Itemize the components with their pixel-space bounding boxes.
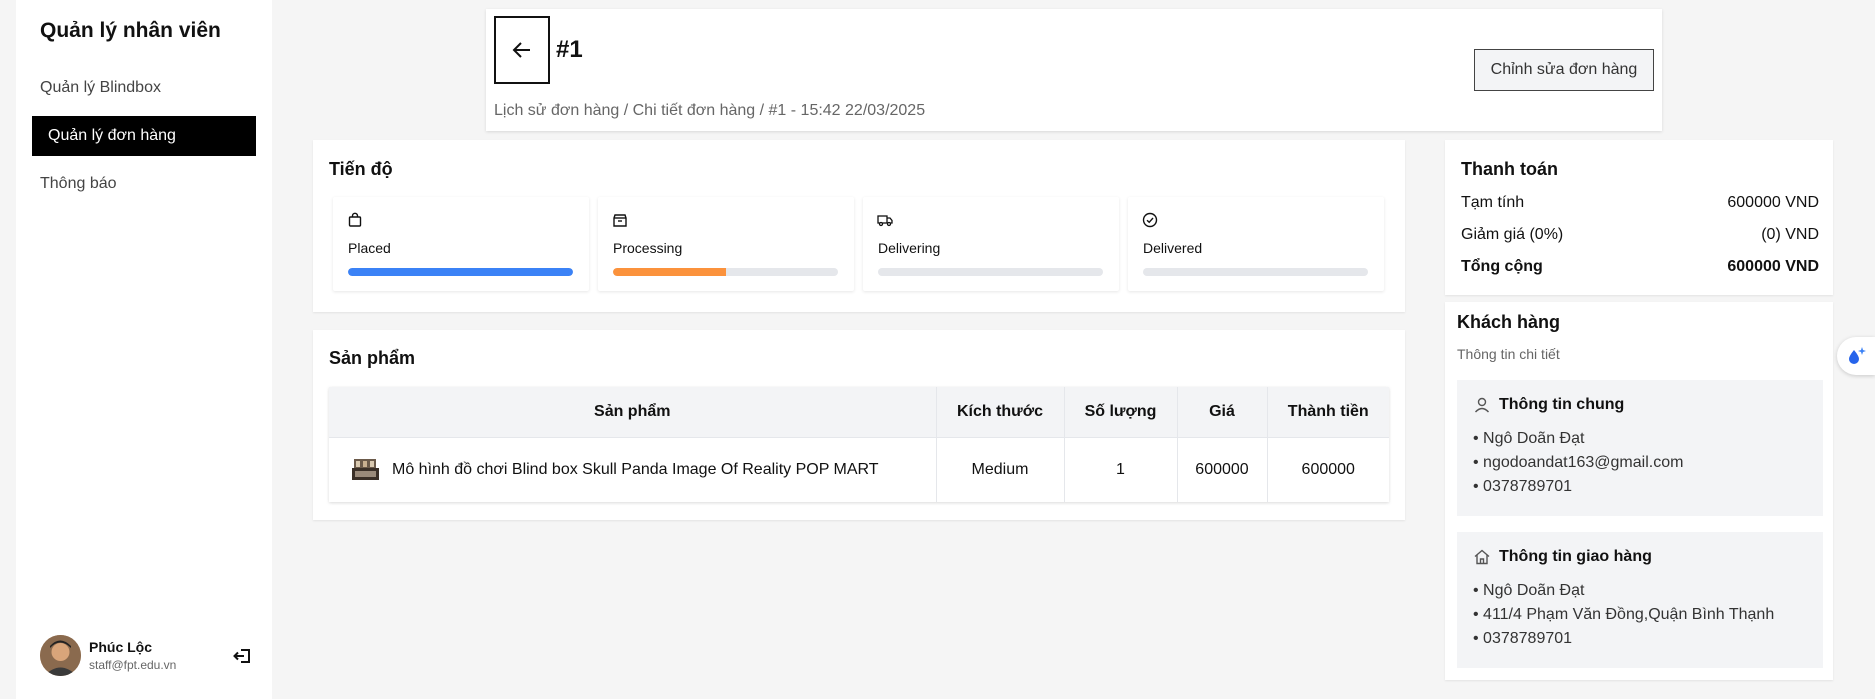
sidebar-item-notifications[interactable]: Thông báo [32,164,256,204]
user-name: Phúc Lộc [89,639,153,655]
user-profile: Phúc Lộc staff@fpt.edu.vn [40,635,260,677]
subtotal-row: Tạm tính 600000 VND [1461,194,1819,212]
step-placed: Placed [333,197,589,291]
progress-bar [878,268,1103,276]
col-price: Giá [1177,387,1268,437]
col-qty: Số lượng [1064,387,1178,437]
home-icon [1474,549,1490,565]
col-total: Thành tiền [1287,402,1369,420]
step-delivered: Delivered [1128,197,1384,291]
payment-title: Thanh toán [1461,159,1558,179]
general-info-heading: Thông tin chung [1473,396,1624,414]
shipping-address: • 411/4 Phạm Văn Đồng,Quận Bình Thạnh [1473,606,1775,623]
shipping-info-box: Thông tin giao hàng • Ngô Doãn Đạt • 411… [1457,532,1823,668]
step-label: Processing [613,240,683,256]
step-processing: Processing [598,197,854,291]
avatar [40,635,81,676]
user-email: staff@fpt.edu.vn [89,658,177,672]
product-price: 600000 [1177,437,1268,502]
check-circle-icon [1142,212,1158,228]
customer-title: Khách hàng [1457,312,1561,332]
total-label: Tổng cộng [1461,258,1543,275]
back-button[interactable] [494,16,550,84]
subtotal-value: 600000 VND [1727,194,1819,211]
order-title: #1 [556,36,583,63]
shipping-info-title: Thông tin giao hàng [1499,548,1652,565]
product-qty: 1 [1064,437,1178,502]
products-table: Sản phẩm Kích thước Số lượng Giá Thành t… [329,387,1389,502]
total-row: Tổng cộng 600000 VND [1461,258,1819,276]
progress-bar [613,268,838,276]
customer-card: Khách hàng Thông tin chi tiết Thông tin … [1445,302,1833,680]
shipping-name: • Ngô Doãn Đạt [1473,582,1585,599]
product-total: 600000 [1301,460,1355,478]
step-label: Placed [348,240,391,256]
truck-icon [877,215,893,227]
progress-bar [1143,268,1368,276]
package-icon [613,214,627,227]
order-header: #1 Chỉnh sửa đơn hàng Lịch sử đơn hàng /… [486,9,1662,131]
sidebar-brand: Quản lý nhân viên [40,19,221,42]
products-title: Sản phẩm [329,348,416,368]
product-size: Medium [936,437,1065,502]
general-info-box: Thông tin chung • Ngô Doãn Đạt • ngodoan… [1457,380,1823,516]
sparkle-drop-icon [1849,347,1866,364]
table-row[interactable]: Mô hình đồ chơi Blind box Skull Panda Im… [329,437,1389,502]
product-name: Mô hình đồ chơi Blind box Skull Panda Im… [392,460,879,478]
user-icon [1474,397,1490,413]
products-card: Sản phẩm Sản phẩm Kích thước Số lượng Gi… [313,330,1405,520]
progress-title: Tiến độ [329,159,393,179]
total-value: 600000 VND [1727,258,1819,275]
step-delivering: Delivering [863,197,1119,291]
product-cell: Mô hình đồ chơi Blind box Skull Panda Im… [329,437,937,502]
sidebar-item-orders[interactable]: Quản lý đơn hàng [32,116,256,156]
sidebar-item-blindbox[interactable]: Quản lý Blindbox [32,68,256,108]
breadcrumb: Lịch sử đơn hàng / Chi tiết đơn hàng / #… [494,102,926,119]
step-label: Delivering [878,240,941,256]
customer-subtitle: Thông tin chi tiết [1457,346,1560,362]
discount-row: Giảm giá (0%) (0) VND [1461,226,1819,244]
arrow-left-icon [512,42,530,58]
customer-name: • Ngô Doãn Đạt [1473,430,1585,447]
progress-card: Tiến độ Placed Processing Delivering Del… [313,140,1405,312]
shopping-bag-icon [348,212,362,227]
payment-card: Thanh toán Tạm tính 600000 VND Giảm giá … [1445,140,1833,295]
customer-email: • ngodoandat163@gmail.com [1473,454,1684,471]
customer-phone: • 0378789701 [1473,478,1573,495]
sidebar: Quản lý nhân viên Quản lý Blindbox Quản … [16,0,272,699]
table-header-row: Sản phẩm Kích thước Số lượng Giá Thành t… [329,387,1389,437]
assistant-float-button[interactable] [1837,337,1875,375]
product-thumbnail [351,456,380,483]
shipping-info-heading: Thông tin giao hàng [1473,548,1652,566]
step-label: Delivered [1143,240,1203,256]
edit-order-button[interactable]: Chỉnh sửa đơn hàng [1474,49,1654,91]
general-info-title: Thông tin chung [1499,396,1625,413]
col-product: Sản phẩm [329,387,937,437]
col-size: Kích thước [936,387,1065,437]
discount-label: Giảm giá (0%) [1461,226,1564,243]
progress-bar [348,268,573,276]
logout-icon[interactable] [229,643,255,669]
shipping-phone: • 0378789701 [1473,630,1573,647]
subtotal-label: Tạm tính [1461,194,1525,211]
discount-value: (0) VND [1761,226,1819,243]
